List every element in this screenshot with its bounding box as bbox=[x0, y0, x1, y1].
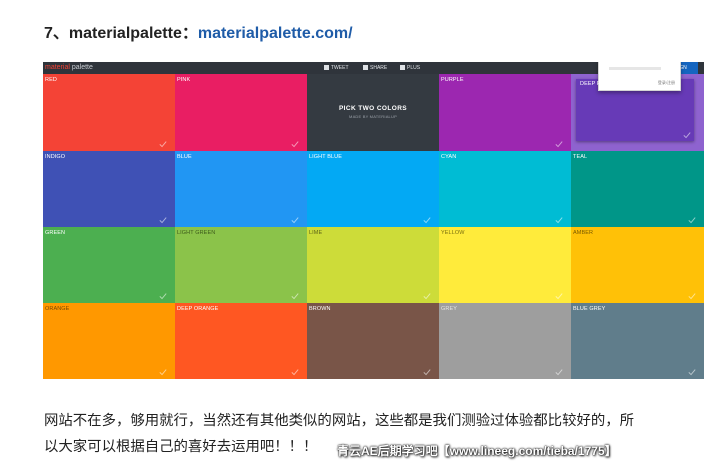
tile-label: LIGHT BLUE bbox=[309, 154, 342, 160]
heading-prefix: 7、materialpalette： bbox=[44, 25, 198, 42]
site-logo[interactable]: material palette bbox=[45, 62, 93, 74]
color-tile-indigo[interactable]: INDIGO bbox=[43, 151, 175, 227]
color-tile-grey[interactable]: GREY bbox=[439, 303, 571, 379]
color-tile-blue-grey[interactable]: BLUE GREY bbox=[571, 303, 704, 379]
check-icon bbox=[423, 292, 431, 300]
tile-label: ORANGE bbox=[45, 306, 70, 312]
color-tile-brown[interactable]: BROWN bbox=[307, 303, 439, 379]
tile-label: CYAN bbox=[441, 154, 457, 160]
color-tile-light-green[interactable]: LIGHT GREEN bbox=[175, 227, 307, 303]
check-icon bbox=[291, 368, 299, 376]
share-button[interactable]: SHARE bbox=[363, 62, 387, 74]
login-popup: 登录/注册 bbox=[598, 62, 681, 91]
article-heading: 7、materialpalette：materialpalette.com/ bbox=[44, 19, 353, 43]
check-icon bbox=[555, 216, 563, 224]
logo-accent: material bbox=[45, 64, 70, 71]
check-icon bbox=[291, 216, 299, 224]
heading-link[interactable]: materialpalette.com/ bbox=[198, 25, 353, 42]
plus-label: PLUS bbox=[407, 65, 421, 71]
color-tile-yellow[interactable]: YELLOW bbox=[439, 227, 571, 303]
check-icon bbox=[555, 292, 563, 300]
check-icon bbox=[423, 368, 431, 376]
tile-label: RED bbox=[45, 77, 57, 83]
color-tile-lime[interactable]: LIME bbox=[307, 227, 439, 303]
tile-label: PINK bbox=[177, 77, 191, 83]
tweet-button[interactable]: TWEET bbox=[324, 62, 349, 74]
color-tile-teal[interactable]: TEAL bbox=[571, 151, 704, 227]
check-icon bbox=[688, 216, 696, 224]
page: { "article": { "heading_prefix": "7、mate… bbox=[0, 0, 713, 474]
logo-rest: palette bbox=[69, 64, 93, 71]
twitter-icon bbox=[324, 65, 329, 71]
tile-label: INDIGO bbox=[45, 154, 66, 160]
paragraph-line-1: 网站不在多，够用就行，当然还有其他类似的网站，这些都是我们测验过体验都比较好的，… bbox=[44, 413, 635, 429]
watermark: 青云AE后期学习吧【www.lineeg.com/tieba/1775】 bbox=[337, 444, 617, 458]
check-icon bbox=[159, 140, 167, 148]
tile-label: TEAL bbox=[573, 154, 588, 160]
check-icon bbox=[555, 368, 563, 376]
check-icon bbox=[291, 292, 299, 300]
materialpalette-screenshot: material palette TWEET SHARE PLUS GN RED… bbox=[43, 62, 704, 379]
color-tile-red[interactable]: RED bbox=[43, 74, 175, 151]
color-tile-amber[interactable]: AMBER bbox=[571, 227, 704, 303]
check-icon bbox=[159, 368, 167, 376]
color-tile-cyan[interactable]: CYAN bbox=[439, 151, 571, 227]
share-label: SHARE bbox=[370, 65, 388, 71]
tile-label: LIME bbox=[309, 230, 323, 236]
tile-label: BLUE bbox=[177, 154, 192, 160]
tile-label: LIGHT GREEN bbox=[177, 230, 216, 236]
tile-label: AMBER bbox=[573, 230, 594, 236]
center-subtitle: MADE BY MATERIALUP bbox=[349, 114, 397, 119]
check-icon bbox=[159, 292, 167, 300]
facebook-icon bbox=[363, 65, 368, 71]
tile-label: BLUE GREY bbox=[573, 306, 606, 312]
tile-label: DEEP ORANGE bbox=[177, 306, 219, 312]
check-icon bbox=[688, 368, 696, 376]
check-icon bbox=[688, 292, 696, 300]
tile-label: YELLOW bbox=[441, 230, 465, 236]
color-tile-blue[interactable]: BLUE bbox=[175, 151, 307, 227]
color-tile-green[interactable]: GREEN bbox=[43, 227, 175, 303]
check-icon bbox=[423, 216, 431, 224]
tile-label: BROWN bbox=[309, 306, 331, 312]
color-tile-orange[interactable]: ORANGE bbox=[43, 303, 175, 379]
tile-label: DEEP P bbox=[580, 81, 601, 87]
tile-label: GREY bbox=[441, 306, 457, 312]
color-tile-pink[interactable]: PINK bbox=[175, 74, 307, 151]
color-tile-purple[interactable]: PURPLE bbox=[439, 74, 571, 151]
check-icon bbox=[291, 140, 299, 148]
popup-text[interactable]: 登录/注册 bbox=[658, 80, 675, 86]
color-grid: RED PINK PICK TWO COLORS MADE BY MATERIALUP… bbox=[43, 74, 704, 379]
pick-two-colors-panel: PICK TWO COLORS MADE BY MATERIALUP bbox=[307, 74, 439, 151]
check-icon bbox=[555, 140, 563, 148]
plus-button[interactable]: PLUS bbox=[400, 62, 420, 74]
color-tile-deep-orange[interactable]: DEEP ORANGE bbox=[175, 303, 307, 379]
tile-label: PURPLE bbox=[441, 77, 464, 83]
center-title: PICK TWO COLORS bbox=[338, 105, 408, 112]
popup-bar bbox=[609, 67, 661, 70]
tile-label: GREEN bbox=[45, 230, 66, 236]
color-tile-light-blue[interactable]: LIGHT BLUE bbox=[307, 151, 439, 227]
tweet-label: TWEET bbox=[331, 65, 349, 71]
check-icon bbox=[159, 216, 167, 224]
check-icon bbox=[683, 131, 691, 139]
google-plus-icon bbox=[400, 65, 405, 71]
